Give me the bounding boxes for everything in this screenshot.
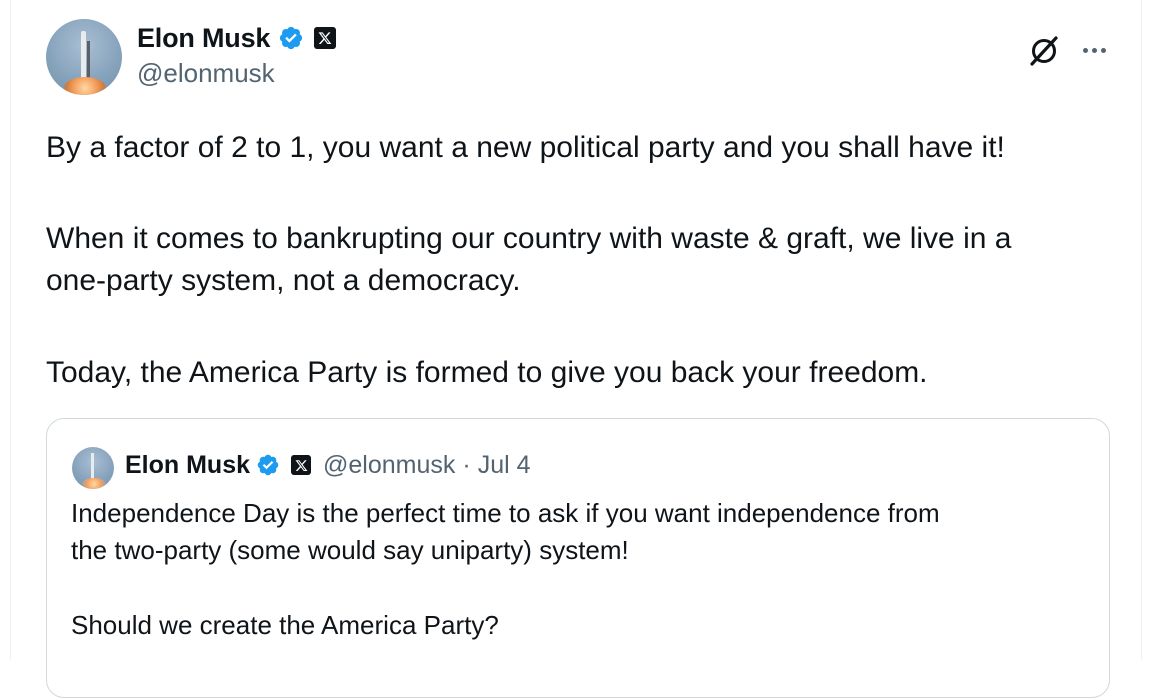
- quoted-post-text-line: the two-party (some would say uniparty) …: [71, 535, 629, 565]
- author-avatar[interactable]: [46, 19, 122, 95]
- author-display-name[interactable]: Elon Musk: [137, 23, 270, 54]
- quoted-post-text-line: Should we create the America Party?: [71, 610, 499, 640]
- post-text-line: By a factor of 2 to 1, you want a new po…: [46, 131, 1005, 164]
- quoted-author-display-name[interactable]: Elon Musk: [125, 451, 250, 480]
- quoted-post-header: Elon Musk @elonmusk · Jul 4: [125, 448, 531, 482]
- x-logo-icon[interactable]: [314, 27, 337, 49]
- grok-icon[interactable]: [1026, 33, 1062, 69]
- verified-badge-icon: [257, 454, 279, 476]
- post-text-line: one-party system, not a democracy.: [46, 264, 521, 297]
- quoted-post-date[interactable]: Jul 4: [478, 451, 531, 480]
- x-logo-icon: [291, 455, 312, 475]
- author-handle[interactable]: @elonmusk: [137, 58, 275, 89]
- post-text-line: Today, the America Party is formed to gi…: [46, 356, 928, 389]
- card-right-border: [1141, 0, 1142, 660]
- quoted-author-avatar[interactable]: [72, 447, 114, 489]
- more-horizontal-icon[interactable]: [1076, 38, 1112, 62]
- card-left-border: [10, 0, 11, 660]
- quoted-author-handle[interactable]: @elonmusk: [323, 451, 455, 480]
- verified-badge-icon[interactable]: [278, 25, 304, 51]
- quoted-post-card[interactable]: Elon Musk @elonmusk · Jul 4 Independence…: [46, 418, 1110, 698]
- author-name-row: Elon Musk: [137, 20, 337, 56]
- separator-dot: ·: [462, 450, 471, 479]
- post-text-line: When it comes to bankrupting our country…: [46, 222, 1012, 255]
- quoted-post-text-line: Independence Day is the perfect time to …: [71, 498, 940, 528]
